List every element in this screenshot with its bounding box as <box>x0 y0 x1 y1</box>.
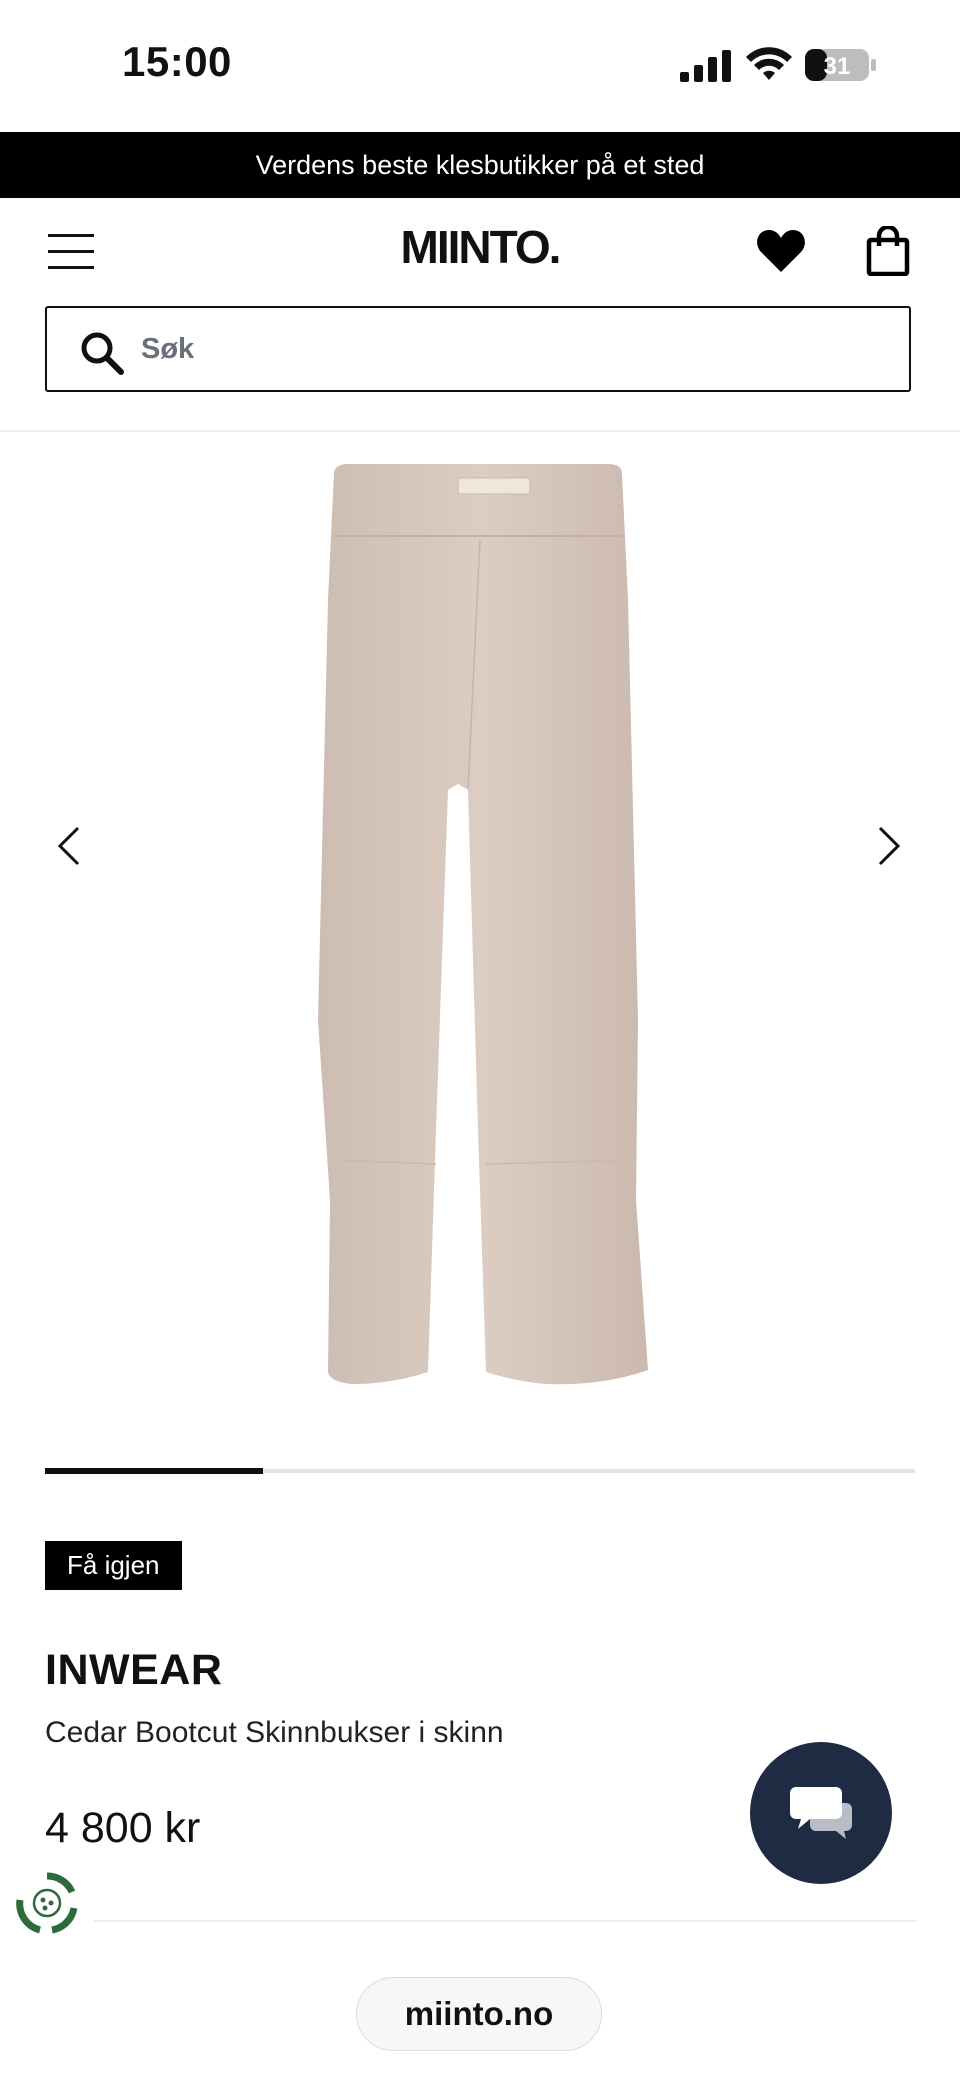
cellular-signal-icon <box>680 50 731 82</box>
product-price: 4 800 kr <box>45 1804 201 1852</box>
chat-bubbles-icon <box>790 1787 852 1839</box>
browser-url-bar[interactable]: miinto.no <box>356 1977 602 2051</box>
product-image[interactable] <box>290 460 670 1390</box>
battery-icon: 31 <box>805 49 876 81</box>
product-name: Cedar Bootcut Skinnbukser i skinn <box>45 1716 504 1749</box>
chat-button[interactable] <box>750 1742 892 1884</box>
chevron-left-icon[interactable] <box>54 824 82 868</box>
eco-recycle-icon[interactable] <box>14 1870 80 1936</box>
menu-icon[interactable] <box>48 232 94 272</box>
search-bar[interactable] <box>45 306 911 392</box>
status-time: 15:00 <box>122 38 232 85</box>
search-icon <box>81 332 124 375</box>
cashback-badge: Få igjen <box>45 1541 182 1590</box>
carousel-progress-fill <box>45 1468 263 1474</box>
heart-icon[interactable] <box>756 228 806 274</box>
promo-banner-text: Verdens beste klesbutikker på et sted <box>255 149 705 180</box>
promo-banner: Verdens beste klesbutikker på et sted <box>0 132 960 198</box>
header-divider <box>0 430 960 432</box>
site-logo[interactable]: MIINTO. <box>380 220 580 274</box>
chevron-right-icon[interactable] <box>876 824 904 868</box>
section-divider <box>94 1920 916 1922</box>
wifi-icon <box>746 47 792 80</box>
search-input[interactable] <box>139 322 843 376</box>
battery-level: 31 <box>824 53 851 80</box>
product-brand[interactable]: INWEAR <box>45 1646 222 1695</box>
shopping-bag-icon[interactable] <box>866 226 910 276</box>
